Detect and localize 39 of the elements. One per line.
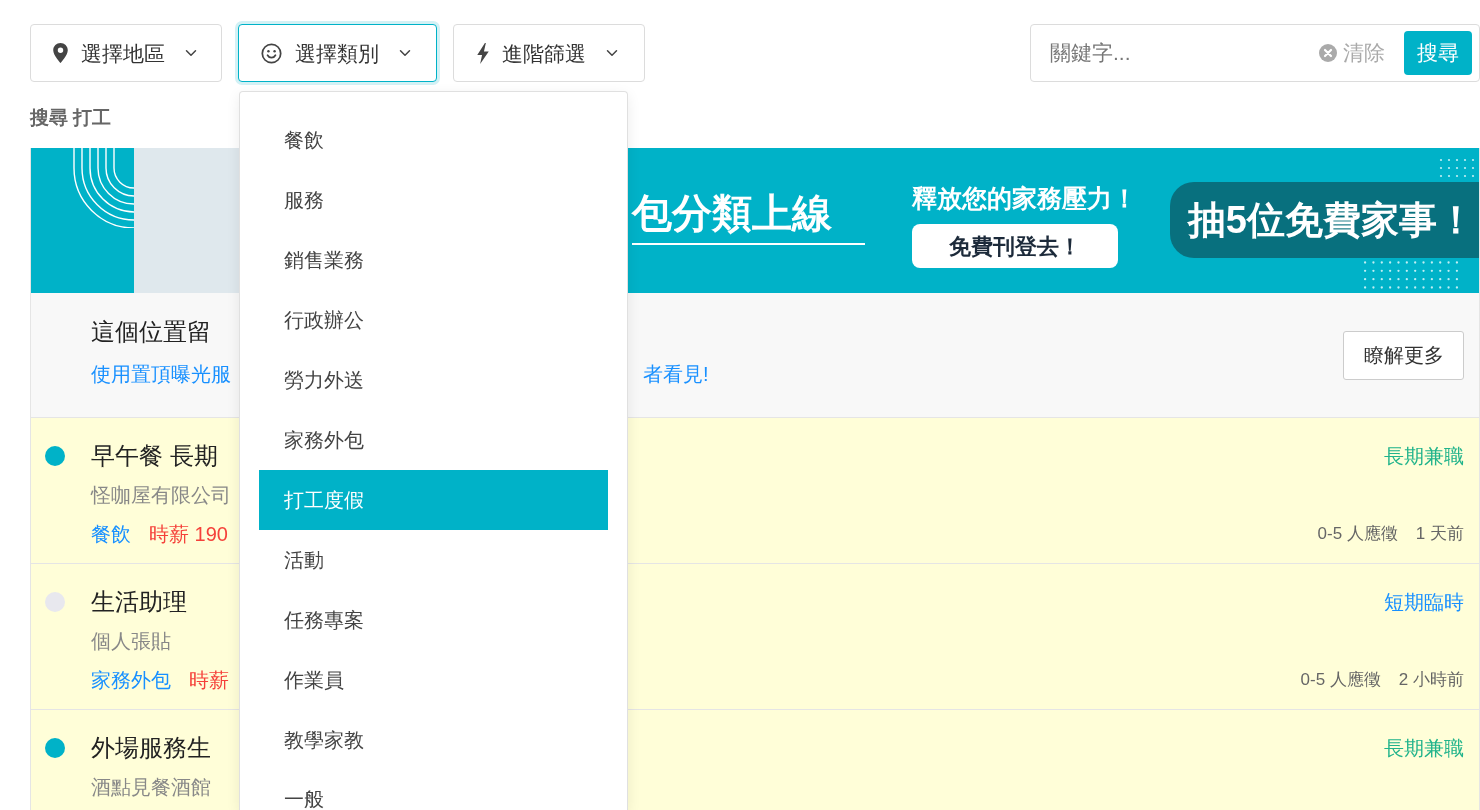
category-option[interactable]: 餐飲: [259, 110, 608, 170]
category-option[interactable]: 銷售業務: [259, 230, 608, 290]
promo-slot-title: 這個位置留: [91, 317, 211, 347]
posted-time: 2 小時前: [1398, 669, 1464, 691]
clear-icon: [1319, 44, 1337, 62]
job-title[interactable]: 生活助理: [91, 586, 187, 618]
banner-cta-button[interactable]: 免費刊登去！: [912, 224, 1118, 268]
banner-promo-label: 抽5位免費家事！: [1169, 182, 1479, 258]
search-query-heading: 搜尋 打工: [30, 106, 112, 130]
job-type-label: 長期兼職: [1384, 736, 1464, 761]
applicant-count: 0-5 人應徵: [1300, 669, 1381, 691]
filter-button[interactable]: 選擇地區: [30, 24, 222, 82]
keyword-input[interactable]: 關鍵字...: [1050, 33, 1311, 73]
category-option[interactable]: 行政辦公: [259, 290, 608, 350]
job-title[interactable]: 外場服務生: [91, 732, 211, 764]
category-option[interactable]: 服務: [259, 170, 608, 230]
smiley-face-icon: [261, 42, 282, 64]
banner-headline: 包分類上線: [632, 189, 865, 245]
learn-more-button[interactable]: 瞭解更多: [1343, 330, 1464, 380]
job-type-label: 短期臨時: [1384, 590, 1464, 615]
posted-time: 1 天前: [1415, 523, 1464, 545]
hourly-wage-text: 時薪 190: [149, 522, 228, 547]
job-type-label: 長期兼職: [1384, 444, 1464, 469]
company-name: 個人張貼: [91, 629, 171, 654]
company-name: 酒點見餐酒館: [91, 775, 211, 800]
category-option[interactable]: 作業員: [259, 650, 608, 710]
category-option[interactable]: 一般: [259, 770, 608, 810]
map-pin-icon: [52, 43, 68, 63]
lightning-bolt-icon: [477, 42, 489, 64]
category-option[interactable]: 教學家教: [259, 710, 608, 770]
filter-button[interactable]: 選擇類別: [238, 24, 437, 82]
hourly-wage-text: 時薪: [189, 668, 229, 693]
filter-button[interactable]: 進階篩選: [453, 24, 645, 82]
job-title[interactable]: 早午餐 長期: [91, 440, 218, 472]
category-option[interactable]: 任務專案: [259, 590, 608, 650]
company-name: 怪咖屋有限公司: [91, 483, 231, 508]
banner-tagline: 釋放您的家務壓力！: [912, 183, 1137, 213]
category-option[interactable]: 勞力外送: [259, 350, 608, 410]
applicant-count: 0-5 人應徵: [1317, 523, 1398, 545]
